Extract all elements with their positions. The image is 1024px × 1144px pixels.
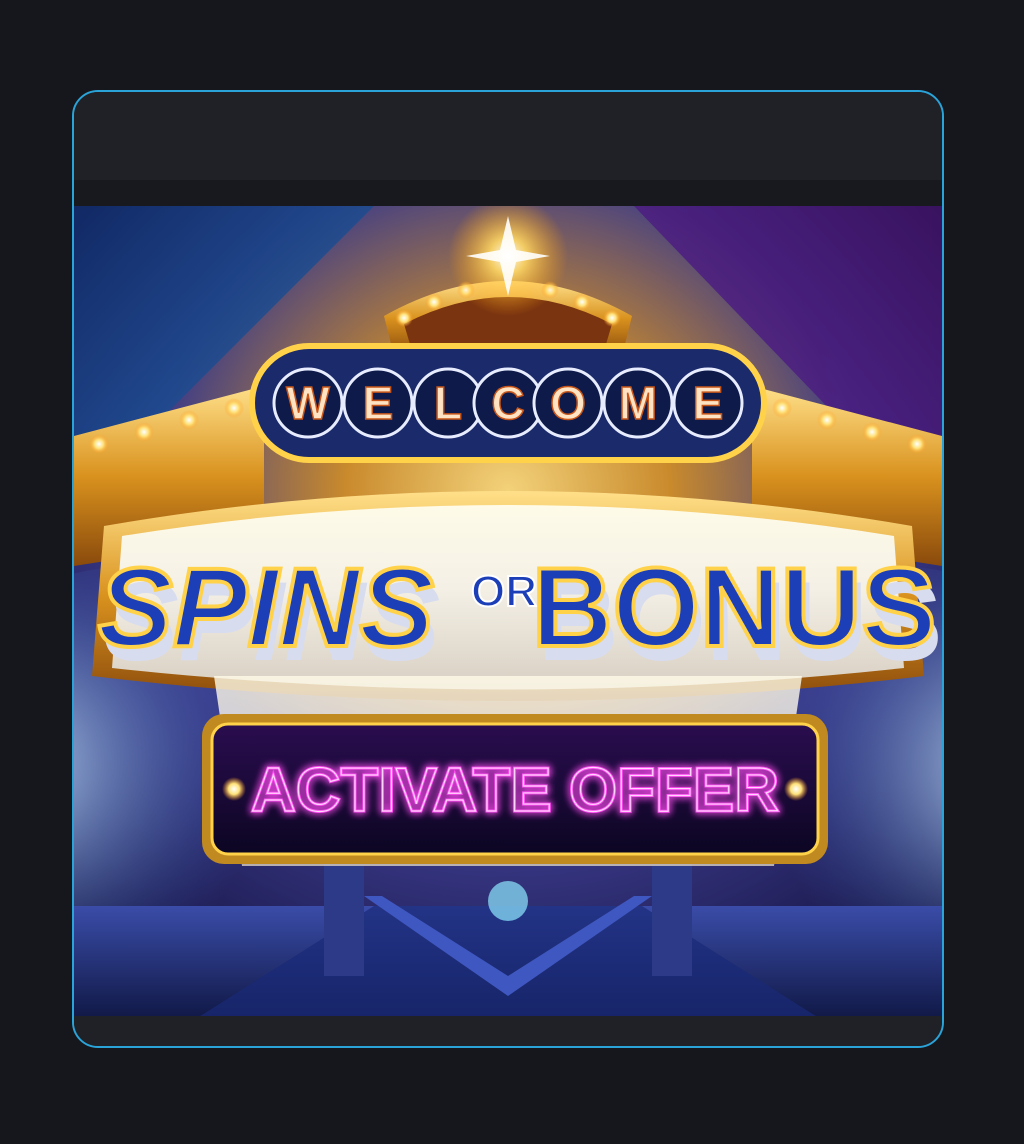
welcome-letter-e2: E bbox=[693, 377, 724, 429]
modal-footer bbox=[74, 1016, 942, 1046]
promo-modal: W E L C O M E SPINS SPINS OR BONUS BONUS bbox=[72, 90, 944, 1048]
bonus-text: BONUS bbox=[532, 545, 936, 670]
or-text: OR bbox=[471, 567, 537, 616]
modal-header bbox=[74, 92, 942, 180]
welcome-letter-c: C bbox=[491, 377, 524, 429]
welcome-letter-o: O bbox=[550, 377, 586, 429]
welcome-letter-w: W bbox=[286, 377, 330, 429]
sign-post-left bbox=[324, 856, 364, 976]
page: W E L C O M E SPINS SPINS OR BONUS BONUS bbox=[0, 0, 1024, 1144]
activate-offer-label-core: ACTIVATE OFFER bbox=[251, 756, 779, 825]
modal-header-divider bbox=[74, 180, 942, 206]
welcome-letter-m: M bbox=[619, 377, 657, 429]
welcome-offer-banner[interactable]: W E L C O M E SPINS SPINS OR BONUS BONUS bbox=[74, 206, 942, 1020]
welcome-letter-e1: E bbox=[363, 377, 394, 429]
sign-post-right bbox=[652, 856, 692, 976]
banner-artwork: W E L C O M E SPINS SPINS OR BONUS BONUS bbox=[74, 206, 942, 1020]
activate-offer-button[interactable]: ACTIVATE OFFER ACTIVATE OFFER bbox=[202, 714, 828, 864]
welcome-letter-l: L bbox=[434, 377, 462, 429]
spins-text: SPINS bbox=[98, 545, 434, 670]
